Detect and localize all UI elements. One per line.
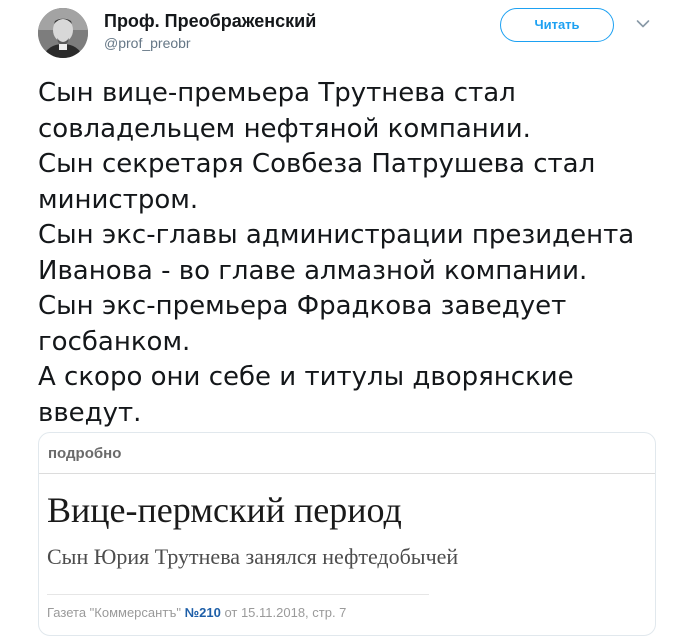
more-options-button[interactable] <box>636 19 650 29</box>
tweet-text-line: Сын вице-премьера Трутнева стал <box>38 78 516 108</box>
card-source-issue: 210 <box>199 605 221 620</box>
card-source-divider <box>47 594 429 595</box>
tweet-text-line: совладельцем нефтяной компании. <box>38 113 531 144</box>
avatar[interactable] <box>38 8 88 58</box>
tweet-text-line: Сын экс-главы администрации президента <box>38 220 635 250</box>
tweet-text-line: А скоро они себе и титулы дворянские <box>38 362 574 392</box>
card-section-label: подробно <box>48 445 122 462</box>
card-source-suffix: от 15.11.2018, стр. 7 <box>220 605 347 620</box>
tweet-text-line: Сын экс-премьера Фрадкова заведует <box>38 291 567 321</box>
tweet-text-line: Иванова - во главе алмазной компании. <box>38 255 588 286</box>
tweet-text: Сын вице-премьера Трутнева стал совладел… <box>38 76 658 431</box>
tweet: Проф. Преображенский @prof_preobr Читать… <box>0 0 693 640</box>
tweet-text-line: госбанком. <box>38 326 191 357</box>
card-source-prefix: Газета "Коммерсантъ" <box>47 605 185 620</box>
tweet-text-line: министром. <box>38 184 199 215</box>
follow-button[interactable]: Читать <box>500 8 614 42</box>
author-display-name[interactable]: Проф. Преображенский <box>104 10 316 32</box>
card-subheadline: Сын Юрия Трутнева занялся нефтедобычей <box>47 544 459 569</box>
avatar-portrait-icon <box>38 8 88 58</box>
author-names: Проф. Преображенский @prof_preobr <box>104 10 316 52</box>
tweet-text-line: введут. <box>38 397 142 428</box>
card-divider <box>39 473 655 474</box>
chevron-down-icon <box>636 20 650 28</box>
attached-image-card[interactable]: подробно Вице-пермский период Сын Юрия Т… <box>38 432 656 636</box>
card-source: Газета "Коммерсантъ" №210 от 15.11.2018,… <box>47 605 346 620</box>
card-source-number-sign: № <box>184 605 200 620</box>
author-handle[interactable]: @prof_preobr <box>104 34 316 52</box>
tweet-header: Проф. Преображенский @prof_preobr Читать <box>38 6 668 58</box>
tweet-text-line: Сын секретаря Совбеза Патрушева стал <box>38 149 596 179</box>
card-headline: Вице-пермский период <box>47 490 402 530</box>
